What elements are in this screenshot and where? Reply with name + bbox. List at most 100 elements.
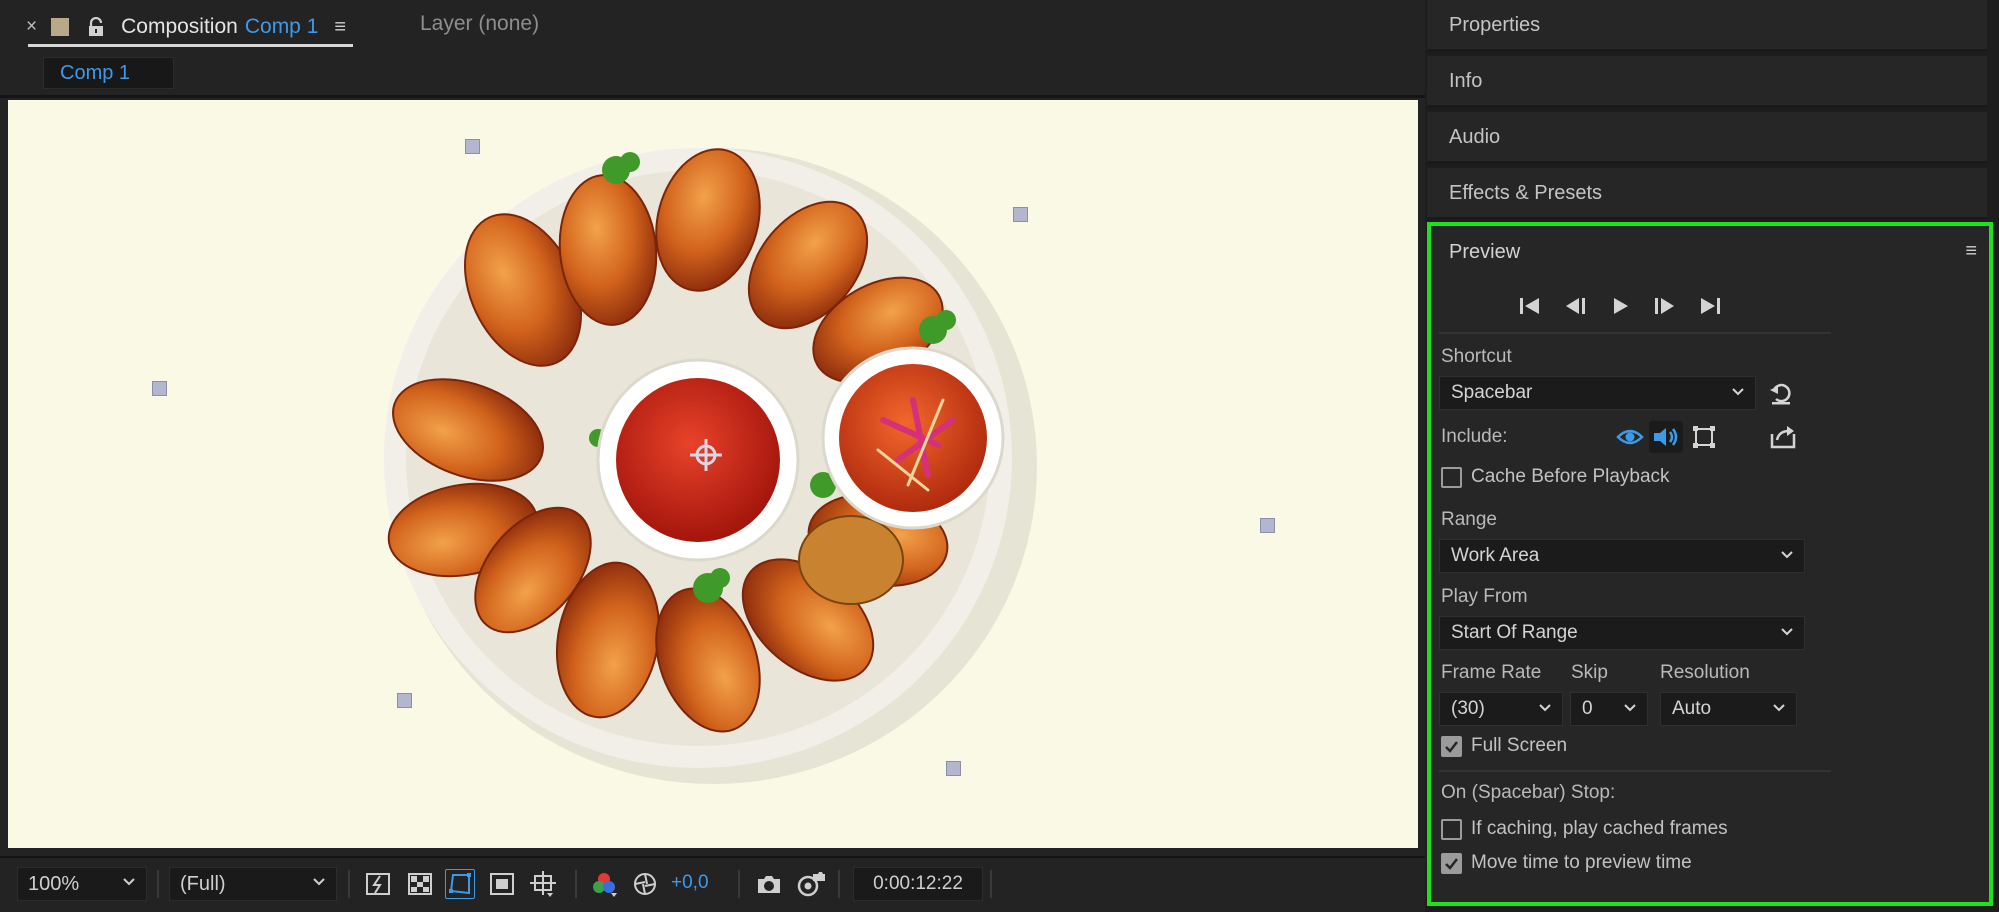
include-video-eye-icon[interactable] xyxy=(1613,421,1647,453)
chevron-down-icon xyxy=(1539,704,1551,712)
previous-frame-icon[interactable] xyxy=(1560,292,1590,320)
divider xyxy=(1439,770,1831,772)
resolution-dropdown[interactable]: (Full) xyxy=(169,867,337,901)
channels-icon[interactable] xyxy=(589,869,619,899)
checkbox-box[interactable] xyxy=(1441,818,1462,840)
move-time-label: Move time to preview time xyxy=(1471,852,1692,873)
divider xyxy=(1439,332,1831,334)
checkbox-box[interactable] xyxy=(1441,852,1462,874)
chevron-down-icon xyxy=(1732,388,1744,396)
tab-layer[interactable]: Layer (none) xyxy=(420,12,539,36)
food-plate-image xyxy=(384,148,1037,784)
skip-label: Skip xyxy=(1571,662,1608,683)
layer-handle-left[interactable] xyxy=(152,381,167,396)
on-stop-label: On (Spacebar) Stop: xyxy=(1441,782,1616,803)
checkmark-icon xyxy=(1445,857,1458,870)
info-panel-header[interactable]: Info xyxy=(1427,56,1987,108)
current-time-display[interactable]: 0:00:12:22 xyxy=(853,867,983,901)
comp-color-swatch-icon xyxy=(51,18,70,36)
play-from-value: Start Of Range xyxy=(1451,622,1578,643)
grid-guides-icon[interactable] xyxy=(528,869,558,899)
layer-handle-right[interactable] xyxy=(1260,518,1275,533)
effects-presets-panel-header[interactable]: Effects & Presets xyxy=(1427,168,1987,220)
exposure-value[interactable]: +0,0 xyxy=(671,872,709,894)
skip-dropdown[interactable]: 0 xyxy=(1570,692,1648,726)
reset-exposure-icon[interactable] xyxy=(630,869,660,899)
audio-panel-header[interactable]: Audio xyxy=(1427,112,1987,164)
shortcut-label: Shortcut xyxy=(1441,346,1512,367)
include-label: Include: xyxy=(1441,426,1508,447)
range-label: Range xyxy=(1441,509,1497,530)
layer-handle-bottom-left[interactable] xyxy=(397,693,412,708)
resolution-dropdown[interactable]: Auto xyxy=(1660,692,1797,726)
play-icon[interactable] xyxy=(1605,292,1635,320)
shortcut-value: Spacebar xyxy=(1451,382,1533,403)
include-overlays-icon[interactable] xyxy=(1687,421,1721,453)
chevron-down-icon xyxy=(123,878,135,886)
checkmark-icon xyxy=(1445,740,1458,753)
panel-menu-icon[interactable]: ≡ xyxy=(1965,240,1977,263)
reset-shortcut-icon[interactable] xyxy=(1766,378,1796,408)
range-dropdown[interactable]: Work Area xyxy=(1439,539,1805,573)
toolbar-separator xyxy=(348,870,350,898)
transport-controls xyxy=(1515,292,1725,320)
close-tab-icon[interactable]: × xyxy=(26,16,37,38)
viewer-toolbar: 100% (Full) +0,0 0:00:12:22 xyxy=(0,856,1425,912)
chevron-down-icon xyxy=(1773,704,1785,712)
comp-subtab[interactable]: Comp 1 xyxy=(43,57,174,89)
move-time-checkbox[interactable]: Move time to preview time xyxy=(1441,852,1692,874)
cache-before-playback-checkbox[interactable]: Cache Before Playback xyxy=(1441,466,1670,488)
skip-value: 0 xyxy=(1582,698,1593,719)
chevron-down-icon xyxy=(1781,628,1793,636)
frame-rate-value: (30) xyxy=(1451,698,1485,719)
properties-panel-header[interactable]: Properties xyxy=(1427,0,1987,52)
full-screen-checkbox[interactable]: Full Screen xyxy=(1441,735,1567,757)
cache-before-playback-label: Cache Before Playback xyxy=(1471,466,1670,487)
if-caching-checkbox[interactable]: If caching, play cached frames xyxy=(1441,818,1728,840)
composition-panel: × Composition Comp 1 ≡ Layer (none) Comp… xyxy=(0,0,1425,912)
chevron-down-icon xyxy=(1781,551,1793,559)
export-preview-icon[interactable] xyxy=(1766,421,1800,453)
tab-comp-name: Comp 1 xyxy=(244,15,319,38)
toolbar-separator xyxy=(157,870,159,898)
panel-tab-bar: × Composition Comp 1 ≡ Layer (none) xyxy=(0,0,1425,52)
frame-rate-label: Frame Rate xyxy=(1441,662,1542,683)
fast-previews-icon[interactable] xyxy=(363,869,393,899)
full-screen-label: Full Screen xyxy=(1471,735,1568,756)
transparency-grid-icon[interactable] xyxy=(405,869,435,899)
panel-menu-icon[interactable]: ≡ xyxy=(334,16,346,39)
layer-handle-top-left[interactable] xyxy=(465,139,480,154)
toolbar-separator xyxy=(738,870,740,898)
layer-handle-top-right[interactable] xyxy=(1013,207,1028,222)
chevron-down-icon xyxy=(1624,704,1636,712)
toolbar-separator xyxy=(838,870,840,898)
snapshot-camera-icon[interactable] xyxy=(754,869,784,899)
resolution-value: (Full) xyxy=(180,872,226,895)
first-frame-icon[interactable] xyxy=(1515,292,1545,320)
right-panel-stack: Properties Info Audio Effects & Presets … xyxy=(1427,0,1999,912)
resolution-value: Auto xyxy=(1672,698,1712,719)
last-frame-icon[interactable] xyxy=(1695,292,1725,320)
next-frame-icon[interactable] xyxy=(1650,292,1680,320)
include-audio-speaker-icon[interactable] xyxy=(1649,421,1683,453)
checkbox-box[interactable] xyxy=(1441,466,1462,488)
preview-panel-title[interactable]: Preview xyxy=(1449,241,1520,264)
tab-title: Composition xyxy=(121,15,238,38)
mask-path-visibility-icon[interactable] xyxy=(445,869,475,899)
zoom-dropdown[interactable]: 100% xyxy=(17,867,147,901)
checkbox-box[interactable] xyxy=(1441,735,1462,757)
comp-navigator-bar: Comp 1 xyxy=(0,52,1425,98)
lock-icon[interactable] xyxy=(87,17,105,37)
composition-viewer[interactable] xyxy=(8,100,1418,848)
tab-composition[interactable]: × Composition Comp 1 ≡ xyxy=(26,12,346,42)
layer-handle-bottom-right[interactable] xyxy=(946,761,961,776)
shortcut-dropdown[interactable]: Spacebar xyxy=(1439,376,1756,410)
show-snapshot-icon[interactable] xyxy=(796,869,826,899)
range-value: Work Area xyxy=(1451,545,1540,566)
preview-panel: Preview ≡ Shortcut Spacebar Include: Cac… xyxy=(1427,222,1993,906)
resolution-label: Resolution xyxy=(1660,662,1750,683)
frame-rate-dropdown[interactable]: (30) xyxy=(1439,692,1563,726)
chevron-down-icon xyxy=(313,878,325,886)
play-from-dropdown[interactable]: Start Of Range xyxy=(1439,616,1805,650)
region-of-interest-icon[interactable] xyxy=(487,869,517,899)
